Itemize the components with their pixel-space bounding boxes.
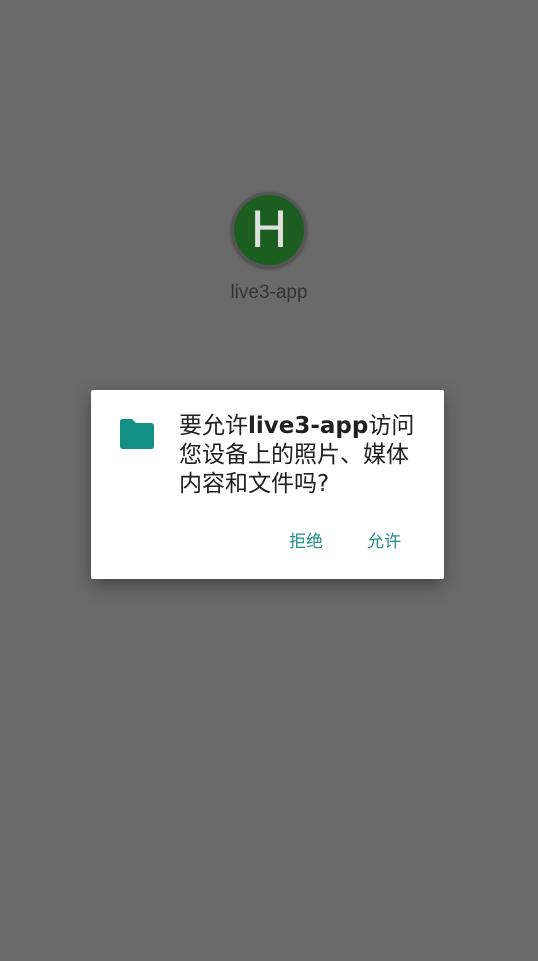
app-icon[interactable]: H bbox=[231, 192, 307, 268]
message-app-name: live3-app bbox=[248, 413, 369, 439]
permission-message: 要允许live3-app访问您设备上的照片、媒体内容和文件吗? bbox=[179, 412, 429, 499]
folder-icon bbox=[120, 419, 154, 449]
app-icon-letter: H bbox=[250, 201, 288, 259]
app-name-label: live3-app bbox=[230, 282, 308, 303]
message-prefix: 要允许 bbox=[179, 413, 248, 439]
allow-button[interactable]: 允许 bbox=[367, 528, 401, 556]
app-icon-badge: H bbox=[234, 195, 304, 265]
permission-dialog: 要允许live3-app访问您设备上的照片、媒体内容和文件吗? 拒绝 允许 bbox=[91, 390, 444, 579]
deny-button[interactable]: 拒绝 bbox=[289, 528, 323, 556]
